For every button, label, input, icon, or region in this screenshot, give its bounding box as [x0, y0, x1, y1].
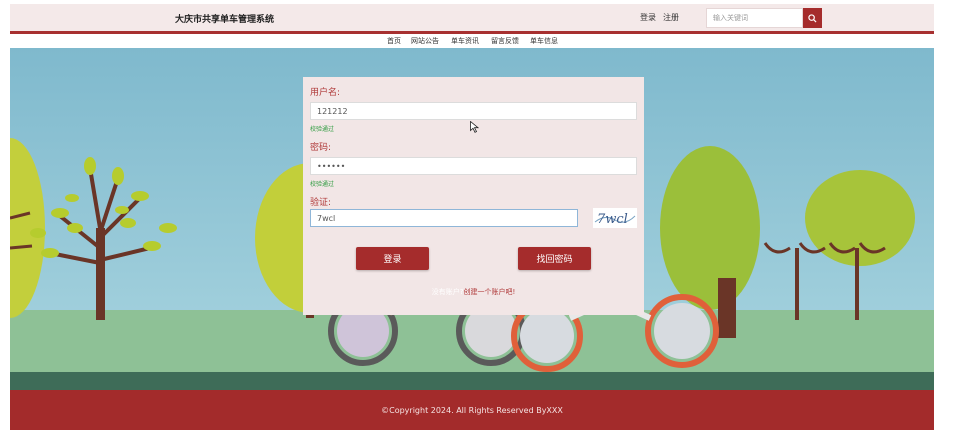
mouse-cursor-icon — [470, 121, 479, 133]
login-link[interactable]: 登录 — [640, 12, 656, 23]
search-button[interactable] — [803, 8, 822, 28]
copyright-text: ©Copyright 2024. All Rights Reserved ByX… — [381, 406, 563, 415]
create-account-link[interactable]: 创建一个账户吧! — [463, 288, 515, 296]
page-root: 大庆市共享单车管理系统 登录 注册 首页 网站公告 单车资讯 留言反馈 单车信息… — [0, 0, 962, 435]
register-prompt: 没有账户?创建一个账户吧! — [303, 287, 644, 297]
forgot-password-button[interactable]: 找回密码 — [518, 247, 591, 270]
password-label: 密码: — [310, 143, 332, 153]
captcha-text: 7wcl — [597, 212, 628, 227]
captcha-input[interactable] — [310, 209, 578, 227]
nav-home[interactable]: 首页 — [387, 36, 401, 46]
username-input[interactable] — [310, 102, 637, 120]
search-icon — [808, 13, 817, 23]
captcha-image[interactable]: 7wcl — [593, 208, 637, 228]
nav-bike-info[interactable]: 单车信息 — [530, 36, 558, 46]
password-input[interactable] — [310, 157, 637, 175]
login-button[interactable]: 登录 — [356, 247, 429, 270]
register-question: 没有账户? — [431, 288, 464, 296]
username-valid-note: 校验通过 — [310, 126, 335, 133]
nav-announcements[interactable]: 网站公告 — [411, 36, 439, 46]
nav-bike-news[interactable]: 单车资讯 — [451, 36, 479, 46]
search-input[interactable] — [706, 8, 803, 28]
register-link[interactable]: 注册 — [663, 12, 679, 23]
site-title: 大庆市共享单车管理系统 — [175, 15, 275, 25]
nav-feedback[interactable]: 留言反馈 — [491, 36, 519, 46]
password-valid-note: 校验通过 — [310, 181, 335, 188]
username-label: 用户名: — [310, 88, 341, 98]
captcha-label: 验证: — [310, 198, 332, 208]
